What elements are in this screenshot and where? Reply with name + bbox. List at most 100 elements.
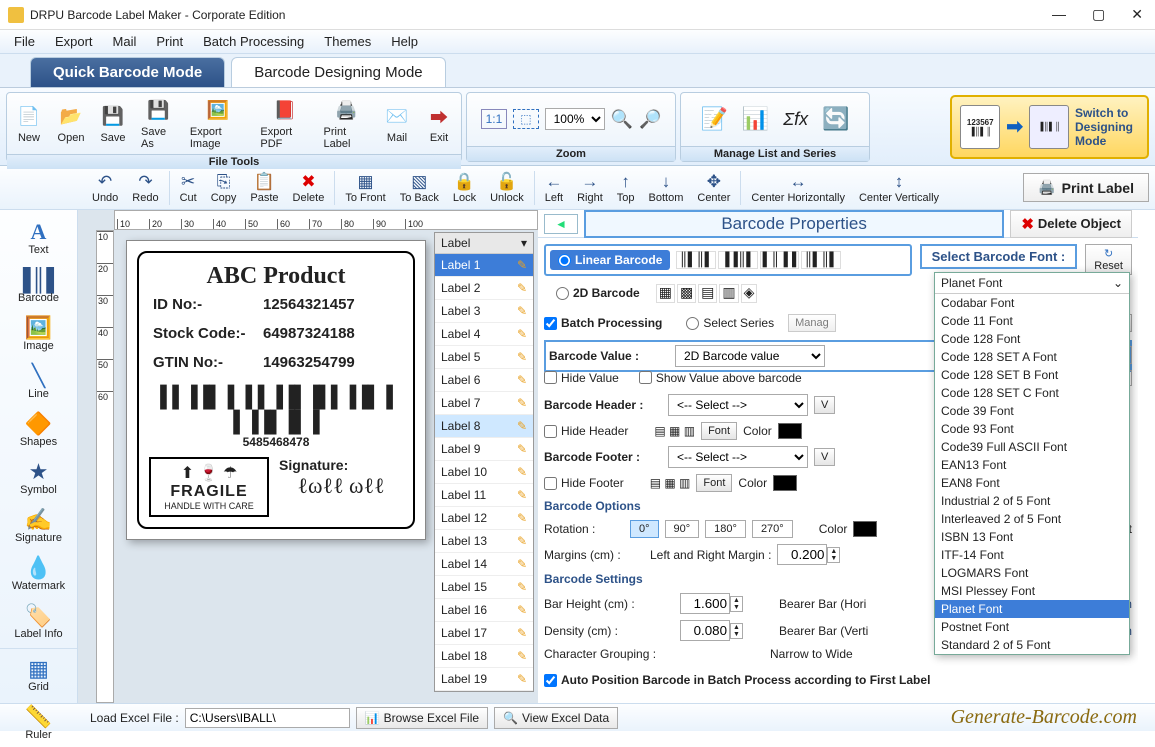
menu-batch[interactable]: Batch Processing [193,31,314,52]
excel-path-input[interactable] [185,708,350,728]
tab-designing[interactable]: Barcode Designing Mode [231,57,445,87]
minimize-button[interactable]: — [1048,6,1070,23]
view-excel-button[interactable]: 🔍View Excel Data [494,707,618,729]
lock-button[interactable]: 🔒Lock [447,170,482,206]
to-back-button[interactable]: ▧To Back [394,170,445,206]
header-v-button[interactable]: V [814,396,835,414]
save-button[interactable]: 💾Save [95,101,131,146]
label-list-item[interactable]: Label 1✎ [435,254,533,277]
series-excel-icon[interactable]: 📊 [742,106,769,132]
hide-header-check[interactable]: Hide Header [544,424,628,438]
font-option[interactable]: Code 93 Font [935,420,1129,438]
exit-button[interactable]: ⮕Exit [421,101,457,146]
label-list-item[interactable]: Label 17✎ [435,622,533,645]
batch-processing-check[interactable]: Batch Processing [544,316,662,330]
font-option[interactable]: EAN8 Font [935,474,1129,492]
rot-90[interactable]: 90° [665,520,700,538]
font-option[interactable]: MSI Plessey Font [935,582,1129,600]
tool-signature[interactable]: ✍️Signature [0,502,77,550]
label-list-item[interactable]: Label 11✎ [435,484,533,507]
align-left-button[interactable]: ←Left [539,170,569,206]
tool-text[interactable]: AText [0,214,77,262]
footer-v-button[interactable]: V [814,448,835,466]
label-list-item[interactable]: Label 9✎ [435,438,533,461]
header-color-swatch[interactable] [778,423,802,439]
font-option[interactable]: Code39 Full ASCII Font [935,438,1129,456]
reset-button[interactable]: ↻Reset [1085,244,1132,275]
lr-margin-spinner[interactable]: ▲▼ [777,544,840,565]
font-option[interactable]: Code 128 SET C Font [935,384,1129,402]
delete-button[interactable]: ✖Delete [287,170,331,206]
copy-button[interactable]: ⎘Copy [205,170,243,206]
cut-button[interactable]: ✂Cut [174,170,203,206]
label-list-item[interactable]: Label 16✎ [435,599,533,622]
zoom-select[interactable]: 100% [545,108,605,130]
label-canvas[interactable]: ABC Product ID No:-12564321457 Stock Cod… [126,240,426,540]
align-bottom-button[interactable]: ↓Bottom [643,170,690,206]
delete-object-button[interactable]: ✖Delete Object [1010,210,1132,238]
tool-ruler[interactable]: 📏Ruler [0,699,77,747]
align-center-button[interactable]: ✥Center [691,170,736,206]
font-option[interactable]: ISBN 13 Font [935,528,1129,546]
barcode-value-select[interactable]: 2D Barcode value [675,345,825,367]
label-list-item[interactable]: Label 18✎ [435,645,533,668]
show-above-check[interactable]: Show Value above barcode [639,371,802,385]
series-sync-icon[interactable]: 🔄 [822,106,849,132]
font-option[interactable]: Code 128 SET B Font [935,366,1129,384]
zoom-area-icon[interactable]: ⬚ [513,109,538,129]
barcode-font-dropdown[interactable]: Planet Font⌄ Codabar FontCode 11 FontCod… [934,272,1130,655]
menu-themes[interactable]: Themes [314,31,381,52]
print-label-main-button[interactable]: 🖨️Print Label [1023,173,1149,202]
label-list-item[interactable]: Label 20✎ [435,691,533,692]
footer-select[interactable]: <-- Select --> [668,446,808,468]
tool-grid[interactable]: ▦Grid [0,651,77,699]
barcode-color-swatch[interactable] [853,521,877,537]
browse-excel-button[interactable]: 📊Browse Excel File [356,707,488,729]
font-option[interactable]: Code 128 SET A Font [935,348,1129,366]
font-option[interactable]: Code 39 Font [935,402,1129,420]
footer-font-button[interactable]: Font [696,474,732,492]
font-option[interactable]: Interleaved 2 of 5 Font [935,510,1129,528]
tool-watermark[interactable]: 💧Watermark [0,550,77,598]
font-option[interactable]: EAN13 Font [935,456,1129,474]
hide-value-check[interactable]: Hide Value [544,371,619,385]
label-list-item[interactable]: Label 6✎ [435,369,533,392]
label-list-item[interactable]: Label 13✎ [435,530,533,553]
hide-footer-check[interactable]: Hide Footer [544,476,624,490]
density-spinner[interactable]: ▲▼ [680,620,743,641]
zoom-out-icon[interactable]: 🔎 [639,109,661,130]
menu-export[interactable]: Export [45,31,103,52]
menu-mail[interactable]: Mail [103,31,147,52]
export-image-button[interactable]: 🖼️Export Image [186,95,251,152]
rot-270[interactable]: 270° [752,520,793,538]
mail-button[interactable]: ✉️Mail [379,101,415,146]
menu-help[interactable]: Help [381,31,428,52]
tool-barcode[interactable]: ▐║▌Barcode [0,262,77,310]
font-option[interactable]: ITF-14 Font [935,546,1129,564]
paste-button[interactable]: 📋Paste [244,170,284,206]
center-horiz-button[interactable]: ↔Center Horizontally [745,170,851,206]
label-list-item[interactable]: Label 4✎ [435,323,533,346]
switch-mode-button[interactable]: 123567▐║▌║ ➡ ▐║▌║ Switch to Designing Mo… [950,95,1149,159]
font-option[interactable]: Planet Font [935,600,1129,618]
dropdown-icon[interactable]: ▾ [521,236,527,250]
open-button[interactable]: 📂Open [53,101,89,146]
print-label-button[interactable]: 🖨️Print Label [320,95,373,152]
bar-height-spinner[interactable]: ▲▼ [680,593,743,614]
unlock-button[interactable]: 🔓Unlock [484,170,530,206]
tool-line[interactable]: ╲Line [0,358,77,406]
saveas-button[interactable]: 💾Save As [137,95,180,152]
redo-button[interactable]: ↷Redo [126,170,164,206]
font-option[interactable]: Industrial 2 of 5 Font [935,492,1129,510]
tool-label-info[interactable]: 🏷️Label Info [0,598,77,646]
align-right-button[interactable]: →Right [571,170,609,206]
tool-image[interactable]: 🖼️Image [0,310,77,358]
manage-button[interactable]: Manag [788,314,836,332]
font-option[interactable]: Postnet Font [935,618,1129,636]
back-button[interactable]: ◄ [544,214,578,234]
zoom-in-icon[interactable]: 🔍 [611,109,633,130]
menu-print[interactable]: Print [146,31,193,52]
label-list-item[interactable]: Label 15✎ [435,576,533,599]
font-option[interactable]: LOGMARS Font [935,564,1129,582]
series-fx-icon[interactable]: Σfx [783,109,808,130]
